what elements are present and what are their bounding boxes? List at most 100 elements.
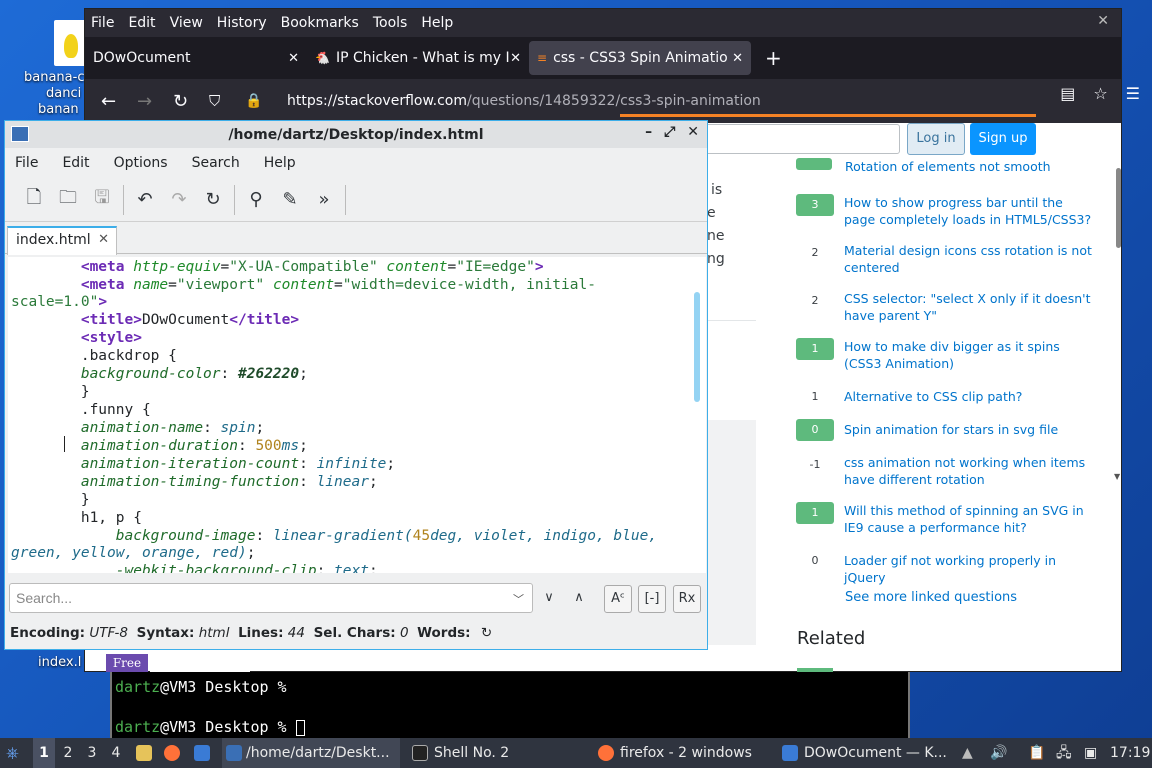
whole-word-button[interactable]: [-] [638,585,666,613]
find-prev-icon[interactable]: ∧ [565,585,593,613]
scrollbar-thumb[interactable] [694,292,700,402]
hamburger-menu-icon[interactable]: ☰ [1126,84,1140,103]
code-line: animation-name: spin; [80,420,265,436]
desktop-icon-label[interactable]: banana-c danci banan [24,70,84,118]
window-icon[interactable] [194,745,210,761]
file-manager-icon[interactable] [136,745,152,761]
code-area[interactable]: <meta http-equiv="X-UA-Compatible" conte… [8,257,706,573]
menu-file[interactable]: File [91,15,114,31]
new-file-icon[interactable]: 🗋 [17,185,51,215]
notification-icon[interactable]: ▣ [1084,738,1097,768]
maximize-icon[interactable]: ⤢ [664,124,675,140]
question-link[interactable]: Material design icons css rotation is no… [844,242,1094,276]
reload-icon[interactable]: ↻ [173,91,209,112]
forward-icon[interactable]: → [137,91,173,112]
close-icon[interactable]: ✕ [1097,13,1109,29]
score-badge: 3 [796,194,834,216]
terminal-window[interactable]: dartz@VM3 Desktop % dartz@VM3 Desktop % [110,672,910,738]
menu-edit[interactable]: Edit [128,15,155,31]
menu-view[interactable]: View [170,15,203,31]
firefox-icon[interactable] [164,745,180,761]
login-button[interactable]: Log in [907,123,965,155]
editor-scrollbar[interactable] [689,257,706,573]
menu-help[interactable]: Help [264,155,296,171]
menu-tools[interactable]: Tools [373,15,408,31]
editor-app-icon [11,126,29,142]
score-badge: 0 [796,419,834,441]
desktop-index-label[interactable]: index.l [38,655,81,670]
question-link[interactable]: CSS selector: "select X only if it doesn… [844,290,1094,324]
clipboard-icon[interactable]: 📋 [1028,738,1045,768]
menu-options[interactable]: Options [114,155,168,171]
task-shell[interactable]: Shell No. 2 [410,738,509,768]
menu-history[interactable]: History [217,15,267,31]
tab-dowocument[interactable]: DOwOcument ✕ [85,41,307,75]
redo-icon[interactable]: ↷ [162,189,196,210]
volume-icon[interactable]: 🔊 [990,738,1007,768]
editor-toolbar: 🗋 🗀 🖫 ↶ ↷ ↻ ⚲ ✎ » [5,178,707,222]
close-icon[interactable]: ✕ [732,51,743,66]
workspace-4[interactable]: 4 [105,738,127,768]
replace-icon[interactable]: ✎ [273,189,307,210]
close-icon[interactable]: ✕ [98,232,109,247]
regex-button[interactable]: Rx [673,585,701,613]
question-link[interactable]: Loader gif not working properly in jQuer… [844,552,1094,586]
shield-icon[interactable]: ⛉ [209,92,245,110]
search-icon[interactable]: ⚲ [239,189,273,210]
new-tab-icon[interactable]: + [765,46,782,70]
bookmark-star-icon[interactable]: ☆ [1093,84,1107,103]
more-icon[interactable]: » [307,189,341,210]
url-bar[interactable]: https://stackoverflow.com/questions/1485… [287,93,761,109]
code-line: <meta http-equiv="X-UA-Compatible" conte… [80,259,544,275]
open-folder-icon[interactable]: 🗀 [51,185,85,215]
refresh-icon[interactable]: ↻ [481,625,492,641]
menu-bookmarks[interactable]: Bookmarks [281,15,359,31]
back-icon[interactable]: ← [101,91,137,112]
firefox-icon [598,745,614,761]
workspace-2[interactable]: 2 [57,738,79,768]
question-link[interactable]: Alternative to CSS clip path? [844,388,1094,405]
editor-titlebar[interactable]: /home/dartz/Desktop/index.html – ⤢ ✕ [5,121,707,148]
tab-ip-chicken[interactable]: 🐔 IP Chicken - What is my I ✕ [307,41,529,75]
find-next-icon[interactable]: ∨ [535,585,563,613]
question-link[interactable]: Spin animation for stars in svg file [844,421,1094,438]
workspace-1[interactable]: 1 [33,738,55,768]
start-menu-icon[interactable]: ⎈ [6,738,19,768]
reader-icon[interactable]: ▤ [1060,84,1075,103]
banana-file-icon[interactable] [54,20,86,66]
undo-icon[interactable]: ↶ [128,189,162,210]
text-fragment: e [707,205,716,221]
reload-icon[interactable]: ↻ [196,189,230,210]
question-link[interactable]: How to make div bigger as it spins (CSS3… [844,338,1094,372]
task-editor[interactable]: /home/dartz/Deskt... [222,738,400,768]
close-icon[interactable]: ✕ [687,124,699,140]
menu-search[interactable]: Search [192,155,240,171]
minimize-icon[interactable]: – [645,124,652,140]
menu-file[interactable]: File [15,155,38,171]
tray-arrow-icon[interactable]: ▲ [962,738,973,768]
network-icon[interactable]: 🖧 [1056,738,1072,768]
close-icon[interactable]: ✕ [288,51,299,66]
task-document[interactable]: DOwOcument — K... [780,738,947,768]
question-link[interactable]: Will this method of spinning an SVG in I… [844,502,1094,536]
close-icon[interactable]: ✕ [510,51,521,66]
task-firefox[interactable]: firefox - 2 windows [596,738,752,768]
scroll-down-icon[interactable]: ▼ [1114,472,1120,481]
menu-help[interactable]: Help [421,15,453,31]
workspace-3[interactable]: 3 [81,738,103,768]
see-more-link[interactable]: See more linked questions [845,590,1017,605]
menu-edit[interactable]: Edit [62,155,89,171]
chevron-down-icon[interactable]: ﹀ [513,591,524,607]
save-icon[interactable]: 🖫 [85,185,119,215]
page-scrollbar[interactable]: ▼ [1114,160,1124,481]
question-link[interactable]: css animation not working when items hav… [844,454,1094,488]
match-case-button[interactable]: Aᶜ [604,585,632,613]
tab-index-html[interactable]: index.html ✕ [7,226,117,255]
tab-stackoverflow[interactable]: ≡ css - CSS3 Spin Animatio ✕ [529,41,751,75]
scrollbar-thumb[interactable] [1116,168,1121,248]
code-line: <style> [80,330,142,346]
question-link[interactable]: How to show progress bar until the page … [844,194,1094,228]
signup-button[interactable]: Sign up [970,123,1036,155]
lock-icon[interactable]: 🔒 [245,93,281,109]
search-input[interactable] [9,583,533,613]
